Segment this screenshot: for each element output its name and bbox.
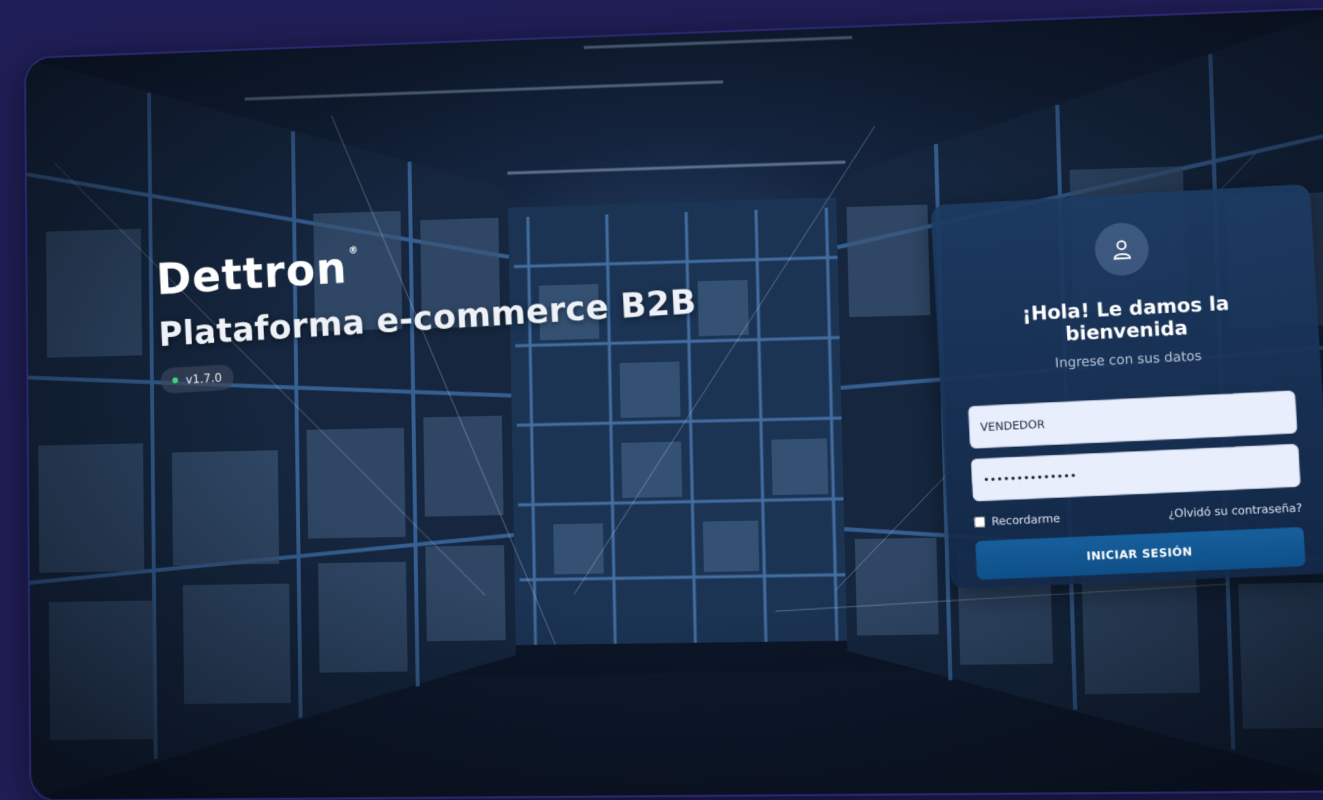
username-input[interactable] [967, 390, 1298, 449]
version-badge: v1.7.0 [160, 364, 234, 394]
forgot-password-link[interactable]: ¿Olvidó su contraseña? [1168, 501, 1303, 520]
screen: Dettron® Plataforma e-commerce B2B v1.7.… [25, 8, 1323, 800]
remember-label[interactable]: Recordarme [973, 511, 1061, 529]
remember-text: Recordarme [991, 511, 1061, 529]
login-button[interactable]: INICIAR SESIÓN [975, 526, 1306, 580]
login-screen: Dettron® Plataforma e-commerce B2B v1.7.… [16, 0, 1323, 800]
version-label: v1.7.0 [185, 370, 223, 387]
user-icon [1093, 221, 1151, 277]
login-hint: Ingrese con sus datos [1054, 348, 1203, 372]
password-input[interactable] [970, 443, 1301, 502]
login-card: ¡Hola! Le damos la bienvenida Ingrese co… [930, 183, 1323, 590]
welcome-heading: ¡Hola! Le damos la bienvenida [1021, 292, 1230, 346]
remember-checkbox[interactable] [973, 516, 986, 528]
remember-row: Recordarme ¿Olvidó su contraseña? [973, 501, 1303, 529]
status-dot-icon [172, 377, 179, 384]
